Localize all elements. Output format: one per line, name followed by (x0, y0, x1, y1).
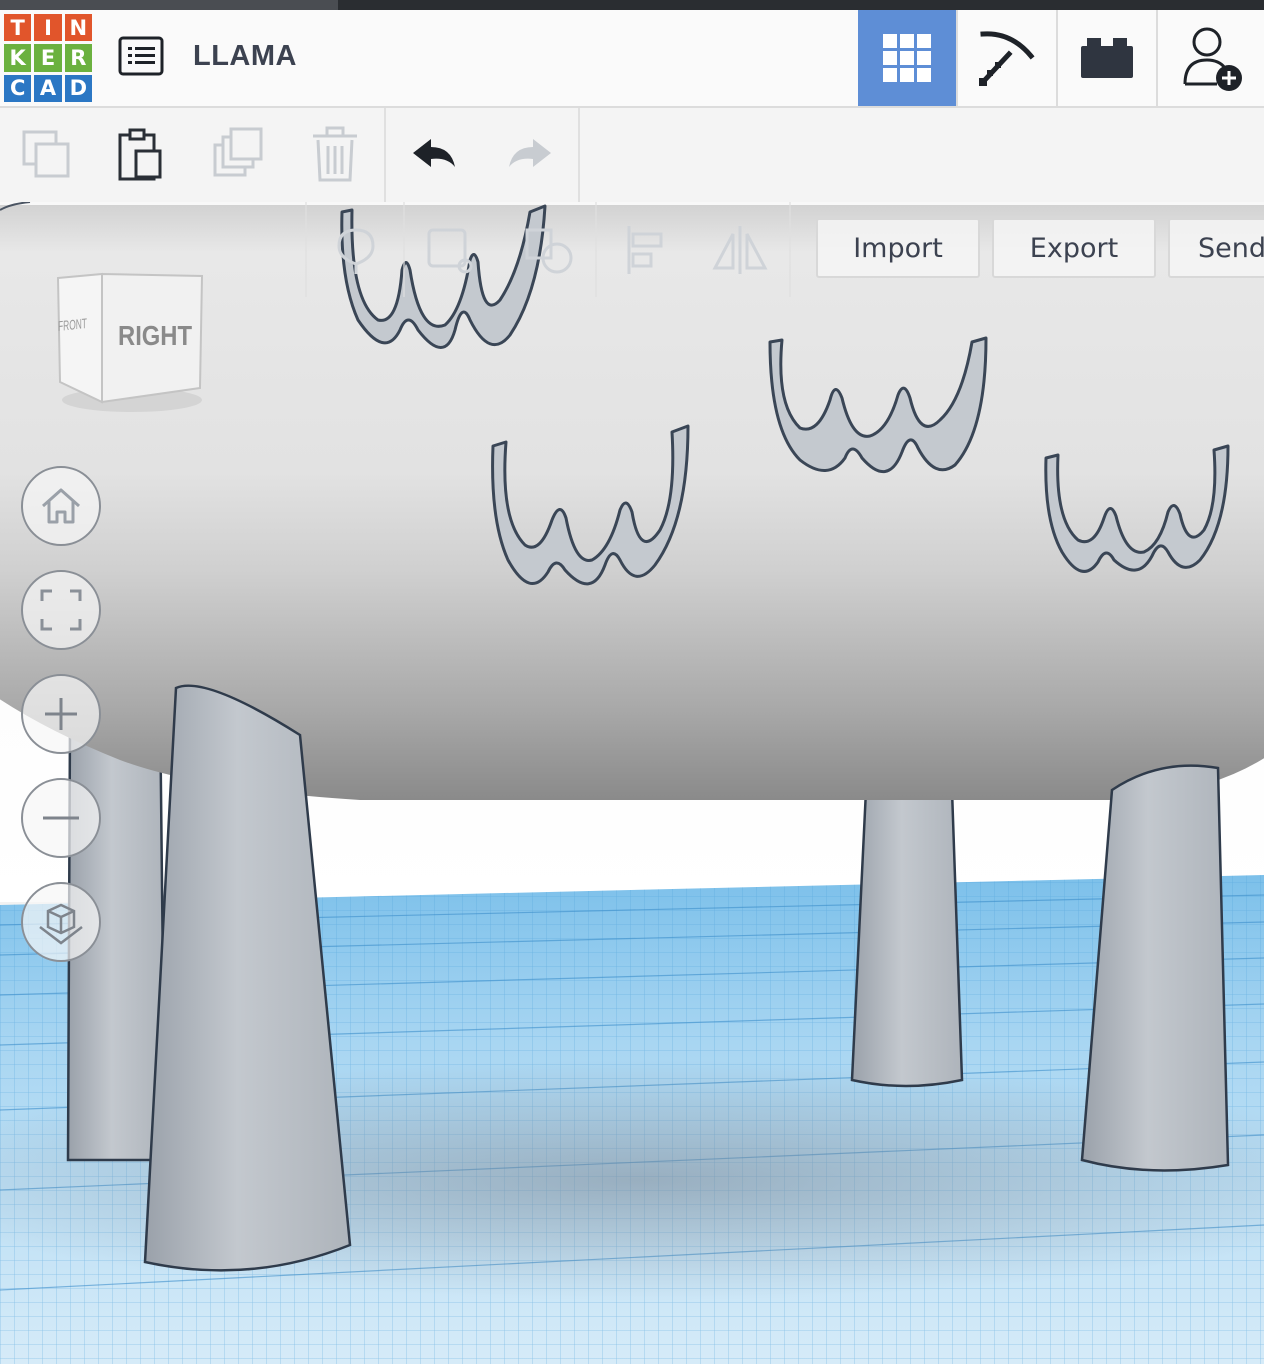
logo-letter: C (4, 74, 32, 102)
copy-icon (22, 130, 70, 178)
logo-letter: T (4, 14, 32, 42)
brick-icon (1081, 38, 1133, 78)
shape-tools-row (305, 202, 795, 297)
logo-letter: A (34, 74, 62, 102)
logo-letter: R (64, 44, 92, 72)
duplicate-icon (213, 127, 263, 177)
design-title[interactable]: LLAMA (193, 40, 297, 73)
zoom-out-button[interactable] (21, 778, 101, 858)
edit-toolbar (0, 108, 1264, 202)
redo-button[interactable] (494, 120, 564, 190)
perspective-cube-icon (39, 903, 83, 945)
undo-button[interactable] (400, 120, 470, 190)
minus-icon (43, 816, 79, 820)
bricks-button[interactable] (1056, 10, 1156, 106)
send-to-button[interactable]: Send (1168, 218, 1264, 278)
logo-letter: N (64, 14, 92, 42)
fit-view-button[interactable] (21, 570, 101, 650)
copy-button[interactable] (12, 120, 82, 190)
logo-letter: I (34, 14, 62, 42)
logo-letter: E (34, 44, 62, 72)
grid-view-button[interactable] (858, 10, 956, 106)
view-cube[interactable]: FRONT RIGHT (50, 270, 210, 420)
note-icon[interactable] (333, 226, 379, 276)
workplane-icon[interactable] (523, 226, 573, 276)
logo-letter: D (64, 74, 92, 102)
home-icon (42, 488, 80, 524)
logo-letter: K (4, 44, 32, 72)
zoom-in-button[interactable] (21, 674, 101, 754)
duplicate-button[interactable] (204, 120, 274, 190)
viewcube-right-label: RIGHT (118, 320, 193, 351)
viewcube-front-label: FRONT (58, 314, 87, 334)
align-icon[interactable] (623, 224, 667, 276)
ruler-icon[interactable] (425, 226, 475, 276)
export-button[interactable]: Export (992, 218, 1156, 278)
add-user-button[interactable] (1156, 10, 1264, 106)
mirror-icon[interactable] (709, 224, 771, 276)
tinkercad-logo[interactable]: T I N K E R C A D (4, 14, 92, 102)
codeblocks-button[interactable] (956, 10, 1056, 106)
undo-icon (413, 139, 455, 167)
fit-icon (40, 589, 82, 631)
projection-button[interactable] (21, 882, 101, 962)
design-list-icon[interactable] (118, 36, 164, 76)
toolbar-divider (578, 108, 580, 202)
home-view-button[interactable] (21, 466, 101, 546)
paste-icon (118, 128, 162, 181)
user-add-icon (1183, 27, 1242, 91)
redo-icon (509, 139, 551, 167)
window-top-strip (0, 0, 1264, 10)
import-button[interactable]: Import (816, 218, 980, 278)
app-header: T I N K E R C A D LLAMA (0, 10, 1264, 108)
grid-icon (883, 34, 931, 82)
pickaxe-icon (979, 31, 1035, 86)
trash-icon (313, 126, 357, 182)
paste-button[interactable] (106, 120, 176, 190)
delete-button[interactable] (300, 120, 370, 190)
toolbar-divider (384, 108, 386, 202)
plus-icon (45, 698, 77, 730)
